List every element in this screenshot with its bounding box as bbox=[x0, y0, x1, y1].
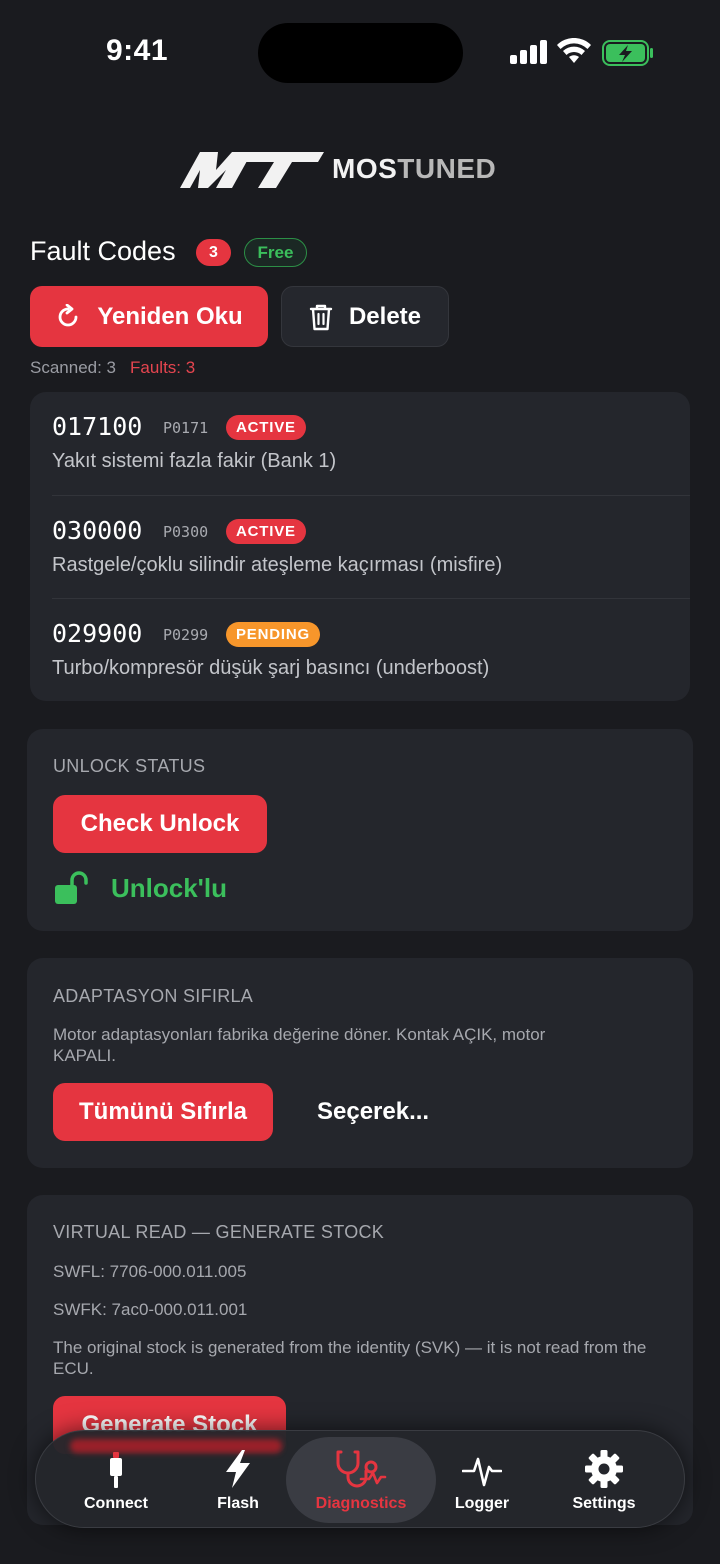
tab-label: Settings bbox=[572, 1495, 636, 1512]
fault-code: 029900 bbox=[52, 619, 143, 648]
adaptation-reset-card: ADAPTASYON SIFIRLA Motor adaptasyonları … bbox=[27, 958, 693, 1168]
fault-description: Yakıt sistemi fazla fakir (Bank 1) bbox=[52, 450, 337, 472]
scan-summary: Scanned: 3 Faults: 3 bbox=[30, 358, 195, 378]
fault-item[interactable]: 017100 P0171 ACTIVE Yakıt sistemi fazla … bbox=[30, 392, 690, 495]
swfl-value: SWFL: 7706-000.011.005 bbox=[53, 1262, 247, 1281]
fault-pcode: P0171 bbox=[163, 419, 209, 437]
reread-label: Yeniden Oku bbox=[97, 302, 243, 330]
faults-count: Faults: 3 bbox=[130, 358, 196, 377]
tab-label: Diagnostics bbox=[315, 1495, 407, 1512]
plan-badge: Free bbox=[244, 238, 307, 267]
brand-logo: MOSTUNED bbox=[178, 148, 496, 190]
status-badge: ACTIVE bbox=[226, 415, 306, 440]
unlocked-lock-icon bbox=[55, 871, 88, 904]
fault-description: Turbo/kompresör düşük şarj basıncı (unde… bbox=[52, 657, 490, 679]
delete-label: Delete bbox=[348, 302, 422, 330]
lightning-icon bbox=[226, 1450, 250, 1488]
tab-flash[interactable]: Flash bbox=[182, 1431, 294, 1529]
status-badge: PENDING bbox=[226, 622, 320, 647]
check-unlock-button[interactable]: Check Unlock bbox=[53, 795, 267, 853]
unlock-status-card: UNLOCK STATUS Check Unlock Unlock'lu bbox=[27, 729, 693, 931]
fault-item[interactable]: 029900 P0299 PENDING Turbo/kompresör düş… bbox=[30, 599, 690, 702]
plug-icon bbox=[110, 1452, 122, 1488]
virtual-read-description: The original stock is generated from the… bbox=[53, 1338, 647, 1378]
reread-button[interactable]: Yeniden Oku bbox=[30, 286, 268, 347]
reset-all-button[interactable]: Tümünü Sıfırla bbox=[53, 1083, 273, 1141]
mt-logo-mark-icon bbox=[180, 152, 324, 188]
brand-wordmark: MOSTUNED bbox=[332, 153, 497, 184]
unlock-result: Unlock'lu bbox=[111, 873, 227, 903]
stethoscope-icon bbox=[336, 1450, 387, 1488]
scanned-count: Scanned: 3 bbox=[30, 358, 117, 377]
tab-label: Connect bbox=[84, 1495, 148, 1512]
battery-charging-icon bbox=[602, 40, 653, 66]
bottom-tab-bar: Connect Flash Diagnostics Logger Setting… bbox=[35, 1430, 685, 1528]
wifi-icon bbox=[557, 38, 591, 63]
tab-connect[interactable]: Connect bbox=[58, 1431, 174, 1529]
page-title: Fault Codes bbox=[30, 236, 176, 266]
tab-label: Logger bbox=[454, 1495, 510, 1512]
fault-code: 017100 bbox=[52, 412, 143, 441]
fault-pcode: P0300 bbox=[163, 523, 209, 541]
status-time: 9:41 bbox=[106, 34, 169, 67]
fault-pcode: P0299 bbox=[163, 626, 209, 644]
status-badge: ACTIVE bbox=[226, 519, 306, 544]
fault-count-badge: 3 bbox=[196, 239, 231, 266]
fault-description: Rastgele/çoklu silindir ateşleme kaçırma… bbox=[52, 554, 503, 576]
tab-logger[interactable]: Logger bbox=[434, 1431, 530, 1529]
delete-button[interactable]: Delete bbox=[281, 286, 449, 347]
fault-list: 017100 P0171 ACTIVE Yakıt sistemi fazla … bbox=[30, 392, 690, 701]
section-title: UNLOCK STATUS bbox=[53, 756, 206, 776]
dynamic-island bbox=[258, 23, 463, 83]
pulse-icon bbox=[462, 1457, 502, 1487]
swfk-value: SWFK: 7ac0-000.011.001 bbox=[53, 1300, 248, 1319]
select-individually-button[interactable]: Seçerek... bbox=[317, 1098, 429, 1126]
adaptation-description: Motor adaptasyonları fabrika değerine dö… bbox=[53, 1025, 546, 1065]
tab-settings[interactable]: Settings bbox=[552, 1431, 656, 1529]
refresh-icon bbox=[58, 303, 78, 326]
tab-label: Flash bbox=[217, 1495, 259, 1512]
fault-item[interactable]: 030000 P0300 ACTIVE Rastgele/çoklu silin… bbox=[30, 496, 690, 599]
cellular-signal-icon bbox=[510, 40, 547, 64]
trash-icon bbox=[309, 304, 333, 330]
section-title: VIRTUAL READ — GENERATE STOCK bbox=[53, 1222, 385, 1242]
tab-diagnostics[interactable]: Diagnostics bbox=[286, 1437, 436, 1523]
gear-icon bbox=[585, 1450, 623, 1488]
status-bar: 9:41 bbox=[0, 0, 720, 100]
fault-code: 030000 bbox=[52, 516, 143, 545]
section-title: ADAPTASYON SIFIRLA bbox=[53, 986, 254, 1006]
